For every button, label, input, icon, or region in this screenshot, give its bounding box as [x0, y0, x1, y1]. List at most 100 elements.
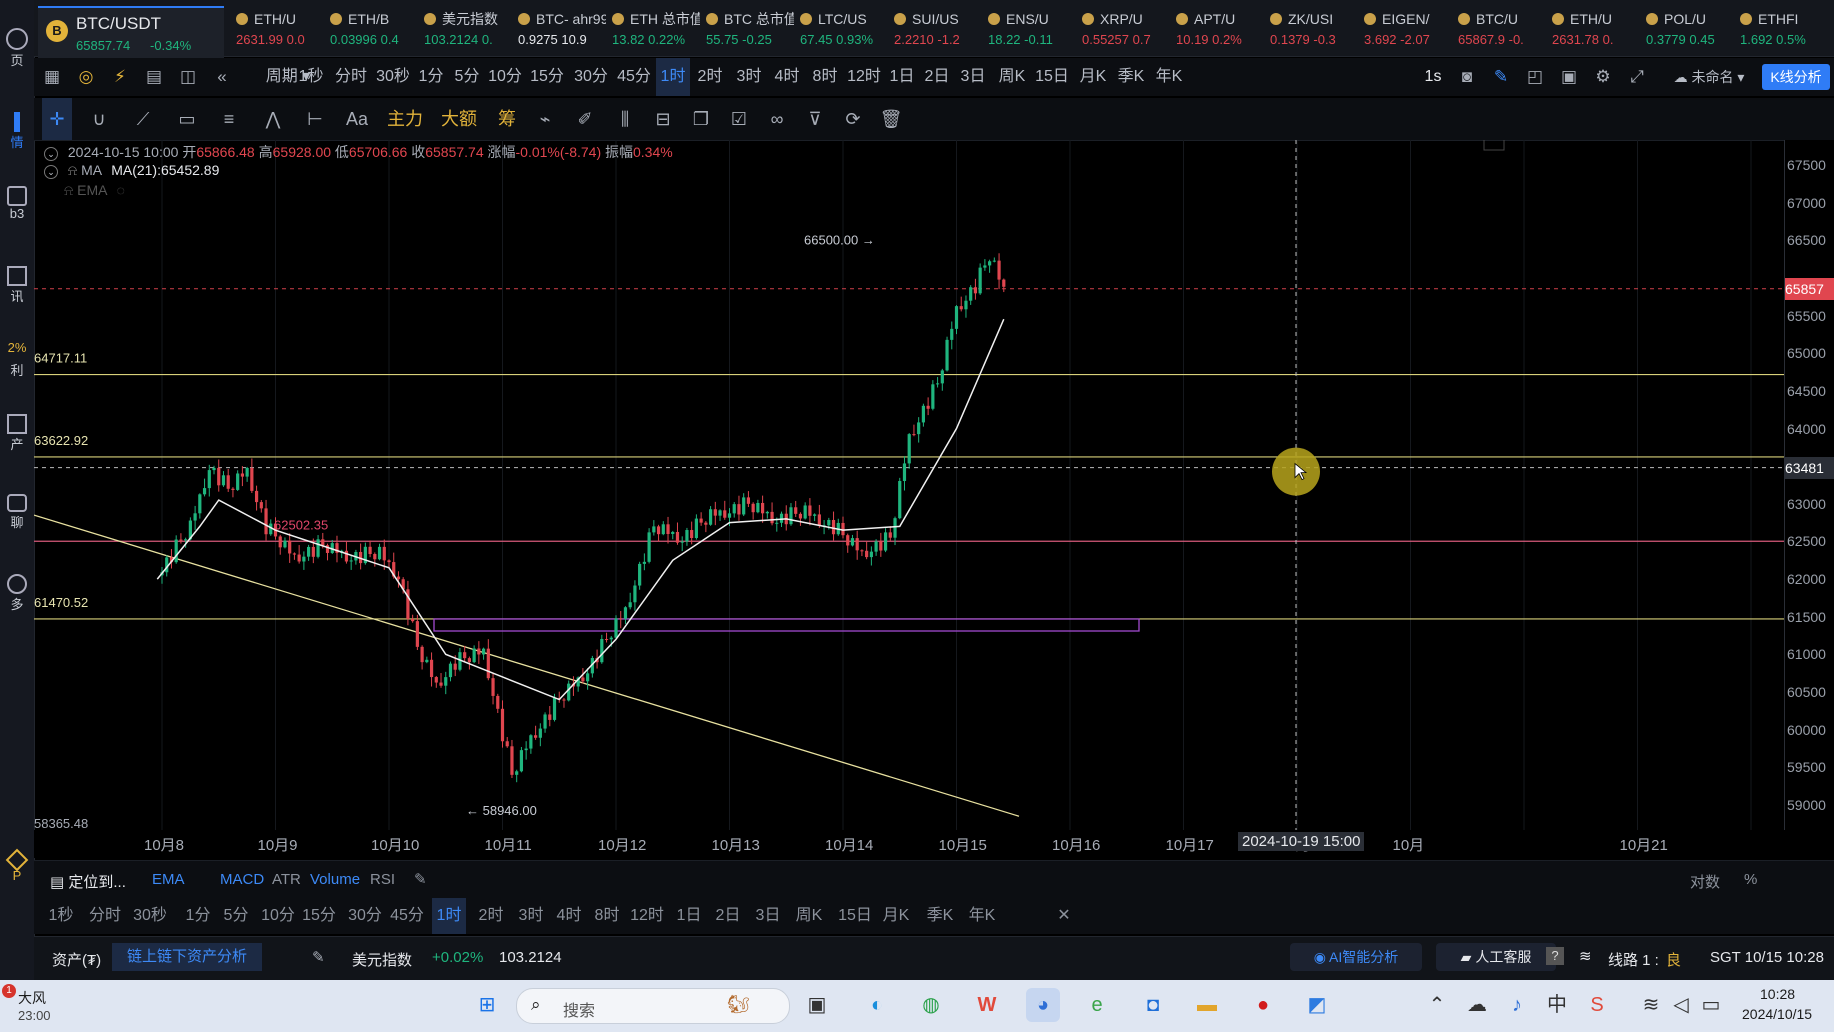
- crosshair-tool-icon[interactable]: ✛: [42, 98, 72, 140]
- bottom-period-22[interactable]: 年K: [966, 898, 998, 934]
- collapse-ma-icon[interactable]: ⌄: [44, 165, 58, 179]
- sidebar-item-vip[interactable]: P: [0, 848, 34, 883]
- price-chart[interactable]: 64717.11 63622.92 62502.35 61470.52 58365.48…: [34, 140, 1784, 830]
- period-4[interactable]: 5分: [450, 58, 484, 96]
- period-14[interactable]: 12时: [844, 58, 884, 96]
- bottom-period-11[interactable]: 3时: [514, 898, 548, 934]
- indicator-ema[interactable]: EMA: [152, 871, 185, 888]
- hidden-eye-icon[interactable]: ◌: [117, 182, 125, 198]
- bottom-period-3[interactable]: 1分: [182, 898, 214, 934]
- trading-app-icon[interactable]: ◕: [1026, 988, 1060, 1022]
- sync-icon[interactable]: ⟳: [838, 98, 868, 140]
- ticker-item[interactable]: EIGEN/3.692 -2.07: [1364, 8, 1452, 54]
- file-explorer-icon[interactable]: ▬: [1190, 988, 1224, 1022]
- indicator-rsi[interactable]: RSI: [370, 871, 395, 888]
- record-icon[interactable]: ●: [1246, 988, 1280, 1022]
- bottom-period-13[interactable]: 8时: [590, 898, 624, 934]
- log-scale-toggle[interactable]: 对数: [1690, 871, 1720, 892]
- bottom-period-20[interactable]: 月K: [880, 898, 912, 934]
- bottom-period-0[interactable]: 1秒: [44, 898, 78, 934]
- ime-icon[interactable]: 中: [1540, 988, 1574, 1022]
- bottom-period-15[interactable]: 1日: [674, 898, 704, 934]
- network-icon[interactable]: ≋: [1634, 988, 1668, 1022]
- camera-icon[interactable]: ◙: [1454, 58, 1480, 96]
- window-icon[interactable]: ◰: [1522, 58, 1548, 96]
- period-5[interactable]: 10分: [486, 58, 524, 96]
- sidebar-item-web3[interactable]: b3: [0, 186, 34, 221]
- bottom-period-1[interactable]: 分时: [84, 898, 126, 934]
- sidebar-item-market[interactable]: 情: [0, 112, 34, 151]
- ticker-item[interactable]: BTC 总市值 55.75 -0.25: [706, 8, 794, 54]
- candle-tool-icon[interactable]: ⫼: [610, 98, 640, 140]
- time-axis[interactable]: 10月8 10月9 10月10 10月11 10月12 10月13 10月14 10月15 10…: [34, 830, 1784, 858]
- bottom-period-12[interactable]: 4时: [552, 898, 586, 934]
- fullscreen-icon[interactable]: ⤢: [1624, 58, 1650, 96]
- trendline-icon[interactable]: ⟋: [128, 98, 158, 140]
- rectangle-icon[interactable]: ▭: [172, 98, 202, 140]
- wechat-icon[interactable]: ◍: [914, 988, 948, 1022]
- indicator-circle-icon[interactable]: ◎: [74, 58, 98, 96]
- bottom-period-21[interactable]: 季K: [924, 898, 956, 934]
- filter-icon[interactable]: ⊽: [800, 98, 830, 140]
- taskbar-date[interactable]: 2024/10/15: [1742, 1006, 1812, 1022]
- trash-icon[interactable]: 🗑: [876, 98, 906, 140]
- asset-analysis-button[interactable]: 链上链下资产分析: [112, 943, 262, 971]
- ticker-item[interactable]: BTC- ahr99 0.9275 10.9: [518, 8, 606, 54]
- close-period-bar-icon[interactable]: ✕: [1052, 898, 1076, 934]
- text-tool[interactable]: Aa: [340, 98, 374, 140]
- sidebar-item-news[interactable]: 讯: [0, 266, 34, 305]
- lock-icon[interactable]: ⊟: [648, 98, 678, 140]
- customer-service-button[interactable]: ▰ 人工客服: [1436, 943, 1556, 971]
- magnet-icon[interactable]: ∪: [84, 98, 114, 140]
- layout-icon[interactable]: ◫: [176, 58, 200, 96]
- sidebar-item-percent[interactable]: 2%: [0, 340, 34, 355]
- k-analysis-button[interactable]: K线分析: [1762, 64, 1830, 90]
- bottom-period-9[interactable]: 1时: [432, 898, 466, 934]
- brush-icon[interactable]: ✐: [570, 98, 600, 140]
- ticker-item[interactable]: POL/U 0.3779 0.45: [1646, 8, 1734, 54]
- ticker-item[interactable]: ENS/U 18.22 -0.11: [988, 8, 1076, 54]
- period-6[interactable]: 15分: [526, 58, 568, 96]
- ticker-item[interactable]: ETHFI 1.692 0.5%: [1740, 8, 1830, 54]
- period-2[interactable]: 30秒: [374, 58, 412, 96]
- percent-scale-toggle[interactable]: %: [1744, 871, 1757, 888]
- period-22[interactable]: 年K: [1152, 58, 1186, 96]
- task-view-icon[interactable]: ▣: [800, 988, 834, 1022]
- bottom-period-6[interactable]: 15分: [300, 898, 338, 934]
- pattern-icon[interactable]: ⋀: [258, 98, 288, 140]
- onedrive-icon[interactable]: ☁: [1460, 988, 1494, 1022]
- bottom-period-8[interactable]: 45分: [388, 898, 426, 934]
- ticker-item[interactable]: LTC/US 67.45 0.93%: [800, 8, 888, 54]
- period-18[interactable]: 周K: [994, 58, 1030, 96]
- period-16[interactable]: 2日: [920, 58, 954, 96]
- ticker-item[interactable]: ETH/U 2631.78 0.: [1552, 8, 1640, 54]
- assets-label[interactable]: 资产(₮): [52, 949, 101, 970]
- period-3[interactable]: 1分: [414, 58, 448, 96]
- bottom-period-5[interactable]: 10分: [260, 898, 296, 934]
- save-icon[interactable]: ▣: [1556, 58, 1582, 96]
- bottom-period-16[interactable]: 2日: [712, 898, 744, 934]
- ticker-item[interactable]: SUI/US 2.2210 -1.2: [894, 8, 982, 54]
- indicator-volume[interactable]: Volume: [310, 871, 360, 888]
- calendar-icon[interactable]: ▤: [142, 58, 166, 96]
- help-icon[interactable]: ?: [1546, 947, 1564, 965]
- edit-status-icon[interactable]: ✎: [312, 948, 325, 966]
- bottom-period-18[interactable]: 周K: [792, 898, 826, 934]
- chart-type-icon[interactable]: ▦: [40, 58, 64, 96]
- weather-title[interactable]: 大风: [18, 988, 46, 1008]
- edit-indicators-icon[interactable]: ✎: [414, 870, 427, 888]
- ticker-item[interactable]: ETH/B 0.03996 0.4: [330, 8, 418, 54]
- period-9[interactable]: 1时: [656, 58, 690, 96]
- bottom-period-2[interactable]: 30秒: [130, 898, 170, 934]
- period-7[interactable]: 30分: [570, 58, 612, 96]
- ticker-item[interactable]: XRP/U 0.55257 0.7: [1082, 8, 1170, 54]
- period-13[interactable]: 8时: [808, 58, 842, 96]
- period-0[interactable]: 1秒: [294, 58, 328, 96]
- layout-name-dropdown[interactable]: ☁ 未命名 ▾: [1664, 58, 1754, 96]
- lightning-icon[interactable]: ⚡: [108, 58, 132, 96]
- period-15[interactable]: 1日: [886, 58, 918, 96]
- parallel-lines-icon[interactable]: ≡: [214, 98, 244, 140]
- sidebar-item-chat[interactable]: 聊: [0, 494, 34, 531]
- microphone-icon[interactable]: ♪: [1500, 988, 1534, 1022]
- bottom-period-10[interactable]: 2时: [474, 898, 508, 934]
